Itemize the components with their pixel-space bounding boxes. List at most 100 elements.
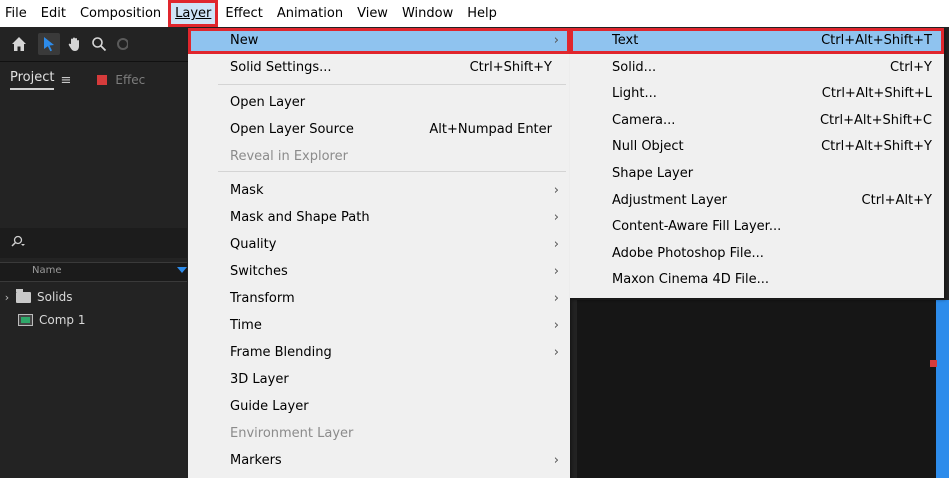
submenu-arrow-icon: › (553, 33, 559, 48)
zoom-icon[interactable] (88, 33, 110, 55)
project-item-label: Solids (37, 290, 73, 304)
submenu-arrow-icon: › (553, 210, 559, 225)
menu-item-shortcut: Ctrl+Shift+Y (469, 60, 552, 75)
layer-menu-item-3d-layer[interactable]: 3D Layer (188, 367, 570, 393)
layer-menu-item-reveal-in-explorer: Reveal in Explorer (188, 144, 570, 170)
project-item-comp-1[interactable]: Comp 1 (0, 309, 187, 331)
menu-item-label: Time (230, 318, 262, 333)
menu-window[interactable]: Window (395, 0, 460, 27)
menu-item-label: New (230, 33, 259, 48)
submenu-arrow-icon: › (553, 237, 559, 252)
project-item-solids[interactable]: › Solids (0, 286, 187, 308)
submenu-arrow-icon: › (553, 183, 559, 198)
new-submenu-item-solid[interactable]: Solid... Ctrl+Y (570, 55, 944, 81)
menu-item-label: Frame Blending (230, 345, 332, 360)
menu-item-label: Camera... (612, 112, 676, 128)
menu-item-label: Text (612, 33, 639, 48)
menu-composition[interactable]: Composition (73, 0, 168, 27)
menu-item-label: Markers (230, 453, 282, 468)
menu-item-shortcut: Alt+Numpad Enter (429, 122, 552, 137)
layer-menu-item-mask[interactable]: Mask › (188, 178, 570, 204)
column-name-header[interactable]: Name (32, 265, 62, 276)
layer-menu-item-frame-blending[interactable]: Frame Blending › (188, 340, 570, 366)
menu-item-shortcut: Ctrl+Alt+Y (861, 192, 932, 208)
menu-layer[interactable]: Layer (168, 0, 219, 27)
layer-menu-item-mask-and-shape-path[interactable]: Mask and Shape Path › (188, 205, 570, 231)
new-submenu-item-text[interactable]: Text Ctrl+Alt+Shift+T (570, 28, 944, 54)
new-submenu-item-content-aware-fill-layer[interactable]: Content-Aware Fill Layer... (570, 214, 944, 240)
submenu-arrow-icon: › (553, 264, 559, 279)
new-submenu-item-camera[interactable]: Camera... Ctrl+Alt+Shift+C (570, 108, 944, 134)
menu-item-label: Solid... (612, 59, 657, 75)
layer-menu-item-solid-settings[interactable]: Solid Settings... Ctrl+Shift+Y (188, 55, 570, 81)
menu-item-label: Solid Settings... (230, 60, 332, 75)
menu-item-label: Shape Layer (612, 166, 694, 181)
layer-menu-item-open-layer[interactable]: Open Layer (188, 90, 570, 116)
search-icon[interactable] (10, 235, 26, 251)
menu-edit[interactable]: Edit (34, 0, 73, 27)
home-icon[interactable] (8, 33, 30, 55)
tab-effect-controls-label: Effec (115, 73, 146, 87)
layer-menu-item-new[interactable]: New › (188, 28, 570, 54)
label-color-swatch (97, 75, 108, 85)
menu-item-label: Mask and Shape Path (230, 210, 370, 225)
layer-menu-item-environment-layer: Environment Layer (188, 421, 570, 447)
layer-menu-item-markers[interactable]: Markers › (188, 448, 570, 474)
menu-item-label: Open Layer Source (230, 122, 354, 137)
scroll-track[interactable] (936, 300, 949, 478)
menu-effect[interactable]: Effect (218, 0, 269, 27)
menu-item-label: Open Layer (230, 95, 306, 110)
folder-icon (16, 288, 31, 303)
composition-viewer (577, 300, 936, 478)
sort-arrow-icon[interactable] (177, 267, 187, 273)
menu-item-label: Adjustment Layer (612, 192, 728, 208)
submenu-arrow-icon: › (553, 345, 559, 360)
menu-item-label: Adobe Photoshop File... (612, 245, 764, 261)
marker-indicator (930, 360, 937, 367)
menu-file[interactable]: File (0, 0, 34, 27)
tab-effect-controls[interactable]: Effec (97, 73, 145, 87)
new-submenu-item-null-object[interactable]: Null Object Ctrl+Alt+Shift+Y (570, 134, 944, 160)
menu-item-label: Null Object (612, 139, 684, 155)
project-item-label: Comp 1 (39, 313, 86, 327)
submenu-arrow-icon: › (553, 291, 559, 306)
new-submenu: Text Ctrl+Alt+Shift+T Solid... Ctrl+Y Light.… (570, 28, 944, 298)
layer-menu-item-time[interactable]: Time › (188, 313, 570, 339)
menu-item-label: Transform (230, 291, 295, 306)
expand-chevron-icon[interactable]: › (0, 291, 14, 304)
menu-item-label: Switches (230, 264, 288, 279)
menu-separator (218, 171, 566, 172)
layer-menu-item-guide-layer[interactable]: Guide Layer (188, 394, 570, 420)
menu-item-shortcut: Ctrl+Alt+Shift+T (821, 33, 932, 48)
menu-item-label: Mask (230, 183, 264, 198)
menu-animation[interactable]: Animation (270, 0, 350, 27)
project-search-field[interactable] (0, 228, 187, 258)
menu-item-shortcut: Ctrl+Alt+Shift+C (819, 112, 932, 128)
new-submenu-item-shape-layer[interactable]: Shape Layer (570, 161, 944, 187)
new-submenu-item-adobe-photoshop-file[interactable]: Adobe Photoshop File... (570, 241, 944, 267)
menu-item-shortcut: Ctrl+Y (890, 59, 932, 75)
layer-menu-item-open-layer-source[interactable]: Open Layer Source Alt+Numpad Enter (188, 117, 570, 143)
new-submenu-item-maxon-cinema-4d-file[interactable]: Maxon Cinema 4D File... (570, 267, 944, 293)
menu-item-label: Content-Aware Fill Layer... (612, 219, 782, 235)
menu-item-label: Reveal in Explorer (230, 149, 348, 164)
menu-help[interactable]: Help (460, 0, 504, 27)
project-panel-header: Project ≡ Effec (0, 62, 187, 98)
menu-view[interactable]: View (350, 0, 395, 27)
rotate-icon[interactable] (112, 33, 128, 55)
menu-separator (218, 84, 566, 85)
submenu-arrow-icon: › (553, 318, 559, 333)
menu-item-label: Environment Layer (230, 426, 354, 441)
layer-menu-item-transform[interactable]: Transform › (188, 286, 570, 312)
new-submenu-item-adjustment-layer[interactable]: Adjustment Layer Ctrl+Alt+Y (570, 188, 944, 214)
composition-icon (18, 314, 33, 326)
tab-project[interactable]: Project (10, 70, 55, 90)
selection-arrow-icon[interactable] (38, 33, 60, 55)
new-submenu-item-light[interactable]: Light... Ctrl+Alt+Shift+L (570, 81, 944, 107)
layer-menu-item-quality[interactable]: Quality › (188, 232, 570, 258)
layer-menu-item-switches[interactable]: Switches › (188, 259, 570, 285)
hand-icon[interactable] (64, 33, 86, 55)
hamburger-icon[interactable]: ≡ (60, 73, 71, 88)
menu-item-label: 3D Layer (230, 372, 289, 387)
submenu-arrow-icon: › (553, 453, 559, 468)
